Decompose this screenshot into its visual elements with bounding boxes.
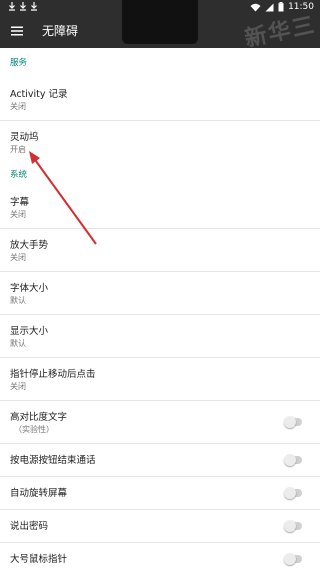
setting-dwell-click[interactable]: 指针停止移动后点击 关闭 xyxy=(0,358,320,401)
toggle-thumb xyxy=(284,487,296,499)
setting-display-size[interactable]: 显示大小 默认 xyxy=(0,315,320,358)
setting-summary: 关闭 xyxy=(10,210,26,219)
wifi-icon xyxy=(250,3,261,11)
setting-title: 灵动坞 xyxy=(10,132,39,143)
setting-speak-passwords[interactable]: 说出密码 xyxy=(0,510,320,543)
power-button-ends-call-toggle[interactable] xyxy=(284,454,304,466)
notification-icons xyxy=(8,1,38,11)
toggle-thumb xyxy=(284,520,296,532)
settings-list: 服务 Activity 记录 关闭 灵动坞 开启 系统 字幕 关闭 放大手势 关… xyxy=(0,48,320,569)
setting-captions[interactable]: 字幕 关闭 xyxy=(0,186,320,229)
setting-high-contrast-text[interactable]: 高对比度文字 （实验性） xyxy=(0,401,320,444)
setting-summary: 开启 xyxy=(10,145,26,154)
auto-rotate-toggle[interactable] xyxy=(284,487,304,499)
setting-title: Activity 记录 xyxy=(10,89,68,100)
setting-title: 大号鼠标指针 xyxy=(10,554,68,565)
section-header-services: 服务 xyxy=(10,58,28,68)
setting-large-pointer[interactable]: 大号鼠标指针 xyxy=(0,543,320,569)
watermark: 新华三 xyxy=(242,12,319,53)
setting-title: 指针停止移动后点击 xyxy=(10,369,96,380)
download-icon xyxy=(20,2,26,11)
page-title: 无障碍 xyxy=(42,24,79,38)
setting-title: 字幕 xyxy=(10,197,30,208)
setting-title: 显示大小 xyxy=(10,326,49,337)
setting-power-button-ends-call[interactable]: 按电源按钮结束通话 xyxy=(0,444,320,477)
toggle-thumb xyxy=(284,416,296,428)
setting-summary: 默认 xyxy=(10,296,26,305)
setting-font-size[interactable]: 字体大小 默认 xyxy=(0,272,320,315)
setting-auto-rotate[interactable]: 自动旋转屏幕 xyxy=(0,477,320,510)
download-icon xyxy=(9,2,15,11)
battery-icon xyxy=(278,2,284,12)
setting-summary: 默认 xyxy=(10,339,26,348)
toggle-thumb xyxy=(284,454,296,466)
setting-title: 按电源按钮结束通话 xyxy=(10,455,96,466)
setting-title: 高对比度文字 xyxy=(10,412,68,423)
section-header-system: 系统 xyxy=(10,170,28,180)
setting-title: 放大手势 xyxy=(10,240,49,251)
setting-summary: 关闭 xyxy=(10,253,26,262)
setting-title: 说出密码 xyxy=(10,521,49,532)
hamburger-menu-icon xyxy=(11,26,23,36)
download-icon xyxy=(31,2,37,11)
setting-title: 字体大小 xyxy=(10,283,49,294)
signal-icon xyxy=(265,3,274,11)
setting-title: 自动旋转屏幕 xyxy=(10,488,68,499)
setting-summary: （实验性） xyxy=(14,425,54,434)
setting-magnification-gestures[interactable]: 放大手势 关闭 xyxy=(0,229,320,272)
setting-summary: 关闭 xyxy=(10,102,26,111)
high-contrast-text-toggle[interactable] xyxy=(284,416,304,428)
menu-button[interactable] xyxy=(6,20,28,42)
large-pointer-toggle[interactable] xyxy=(284,553,304,565)
camera-notch xyxy=(122,0,198,44)
setting-dock[interactable]: 灵动坞 开启 xyxy=(0,121,320,164)
accessibility-settings-screen: 11:50 无障碍 新华三 服务 Activity 记录 关闭 灵动坞 开启 系… xyxy=(0,0,320,569)
speak-passwords-toggle[interactable] xyxy=(284,520,304,532)
toggle-thumb xyxy=(284,553,296,565)
setting-activity-log[interactable]: Activity 记录 关闭 xyxy=(0,78,320,121)
setting-summary: 关闭 xyxy=(10,382,26,391)
